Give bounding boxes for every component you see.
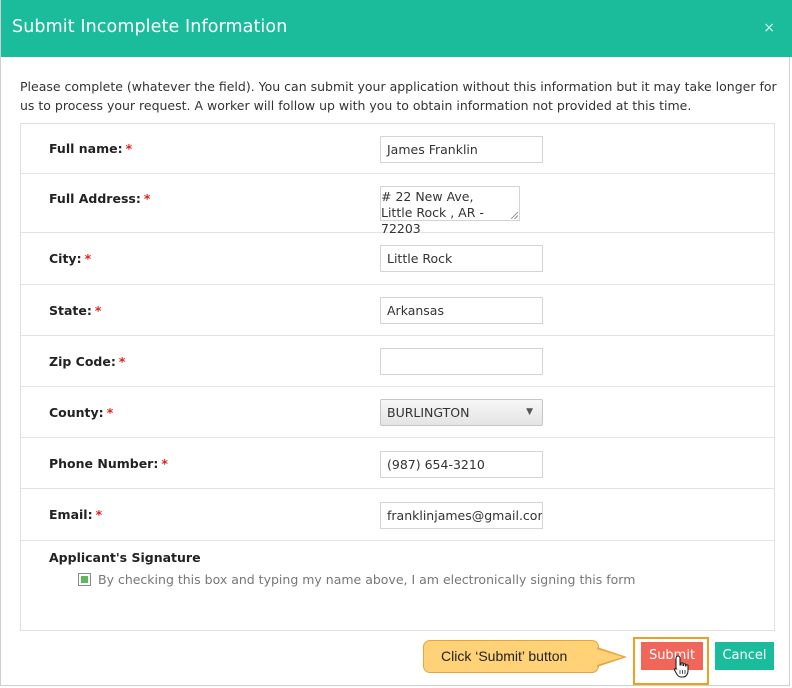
full-address-label: Full Address: * [49,191,151,206]
state-input[interactable]: Arkansas [380,297,543,324]
phone-label: Phone Number: * [49,456,168,471]
callout-text: Click ‘Submit’ button [441,648,568,664]
row-state: State: * Arkansas [21,285,774,336]
address-line-1: # 22 New Ave, [381,189,474,204]
row-zip: Zip Code: * [21,336,774,387]
intro-text: Please complete (whatever the field). Yo… [20,79,777,113]
resize-handle-icon[interactable] [511,212,518,219]
zip-input[interactable] [380,348,543,375]
full-name-input[interactable]: James Franklin [380,136,543,163]
instruction-callout: Click ‘Submit’ button [423,640,599,673]
row-full-address: Full Address: * # 22 New Ave, Little Rock… [21,174,774,236]
signature-checkbox[interactable] [78,573,91,586]
county-label: County: * [49,405,114,420]
checkbox-checked-mark [81,576,88,583]
submit-incomplete-dialog: Submit Incomplete Information × Please c… [0,0,792,686]
row-county: County: * BURLINGTON ▼ [21,387,774,438]
signature-title: Applicant's Signature [49,550,201,565]
phone-input[interactable]: (987) 654-3210 [380,451,543,478]
county-select[interactable]: BURLINGTON ▼ [380,399,543,426]
dialog-title: Submit Incomplete Information [12,17,288,37]
signature-checkbox-label: By checking this box and typing my name … [98,572,636,587]
row-city: City: * Little Rock [21,233,774,285]
hand-pointer-icon [673,655,689,678]
required-marker: * [143,191,151,206]
required-marker: * [95,507,103,522]
form-panel: Full name: * James Franklin Full Address:… [20,123,775,631]
full-name-label: Full name: * [49,141,133,156]
cancel-button[interactable]: Cancel [715,642,774,670]
required-marker: * [94,303,102,318]
required-marker: * [106,405,114,420]
required-marker: * [118,354,126,369]
state-label: State: * [49,303,102,318]
row-phone: Phone Number: * (987) 654-3210 [21,438,774,489]
required-marker: * [125,141,133,156]
callout-pointer-fill [597,649,623,665]
email-input[interactable]: franklinjames@gmail.com [380,502,543,529]
submit-button[interactable]: Submit [641,642,703,670]
zip-label: Zip Code: * [49,354,126,369]
required-marker: * [84,251,92,266]
chevron-down-icon: ▼ [526,407,533,417]
row-email: Email: * franklinjames@gmail.com [21,489,774,541]
email-label: Email: * [49,507,103,522]
required-marker: * [161,456,168,471]
city-input[interactable]: Little Rock [380,245,543,272]
close-icon[interactable]: × [763,20,775,36]
county-selected-value: BURLINGTON [387,405,470,420]
full-address-textarea[interactable]: # 22 New Ave, Little Rock , AR - 72203 [380,186,520,236]
city-label: City: * [49,251,92,266]
row-full-name: Full name: * James Franklin [21,124,774,174]
dialog-header: Submit Incomplete Information × [1,0,792,57]
